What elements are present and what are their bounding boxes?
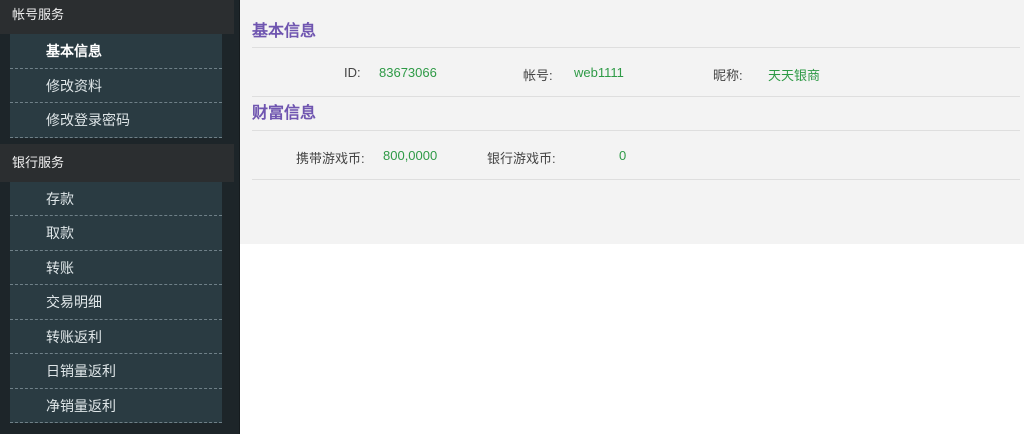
account-services-menu: 基本信息 修改资料 修改登录密码 — [0, 34, 239, 138]
main-content: 基本信息 ID: 83673066 帐号: web1111 昵称: 天天银商 财… — [240, 0, 1024, 244]
nickname-value: 天天银商 — [768, 68, 821, 83]
account-value: web1111 — [574, 65, 624, 80]
bank-coins-value: 0 — [619, 148, 627, 163]
nickname-label: 昵称: — [713, 68, 743, 83]
menu-item-net-sales-rebate[interactable]: 净销量返利 — [10, 388, 222, 423]
bank-services-menu: 存款 取款 转账 交易明细 转账返利 日销量返利 净销量返利 — [0, 181, 239, 423]
id-value: 83673066 — [379, 65, 437, 80]
account-services-header: 帐号服务 — [0, 0, 234, 34]
menu-item-transfer-rebate[interactable]: 转账返利 — [10, 319, 222, 354]
menu-item-deposit[interactable]: 存款 — [10, 181, 222, 216]
carry-coins-label: 携带游戏币: — [296, 151, 365, 166]
menu-item-change-login-password[interactable]: 修改登录密码 — [10, 103, 222, 138]
bank-coins-label: 银行游戏币: — [487, 151, 556, 166]
menu-item-basic-info[interactable]: 基本信息 — [10, 34, 222, 69]
sidebar: 帐号服务 基本信息 修改资料 修改登录密码 银行服务 存款 取款 转账 交易明细… — [0, 0, 240, 434]
menu-item-withdraw[interactable]: 取款 — [10, 216, 222, 251]
menu-item-daily-sales-rebate[interactable]: 日销量返利 — [10, 354, 222, 389]
wealth-info-title: 财富信息 — [252, 97, 1020, 131]
wealth-info-row: 携带游戏币: 800,0000 银行游戏币: 0 — [252, 131, 1020, 180]
id-label: ID: — [344, 65, 361, 80]
basic-info-row: ID: 83673066 帐号: web1111 昵称: 天天银商 — [252, 48, 1020, 97]
carry-coins-value: 800,0000 — [383, 148, 438, 163]
bank-services-header: 银行服务 — [0, 143, 234, 182]
menu-item-transaction-details[interactable]: 交易明细 — [10, 285, 222, 320]
menu-item-edit-profile[interactable]: 修改资料 — [10, 68, 222, 103]
menu-item-transfer[interactable]: 转账 — [10, 250, 222, 285]
basic-info-title: 基本信息 — [252, 0, 1020, 48]
account-label: 帐号: — [523, 68, 553, 83]
